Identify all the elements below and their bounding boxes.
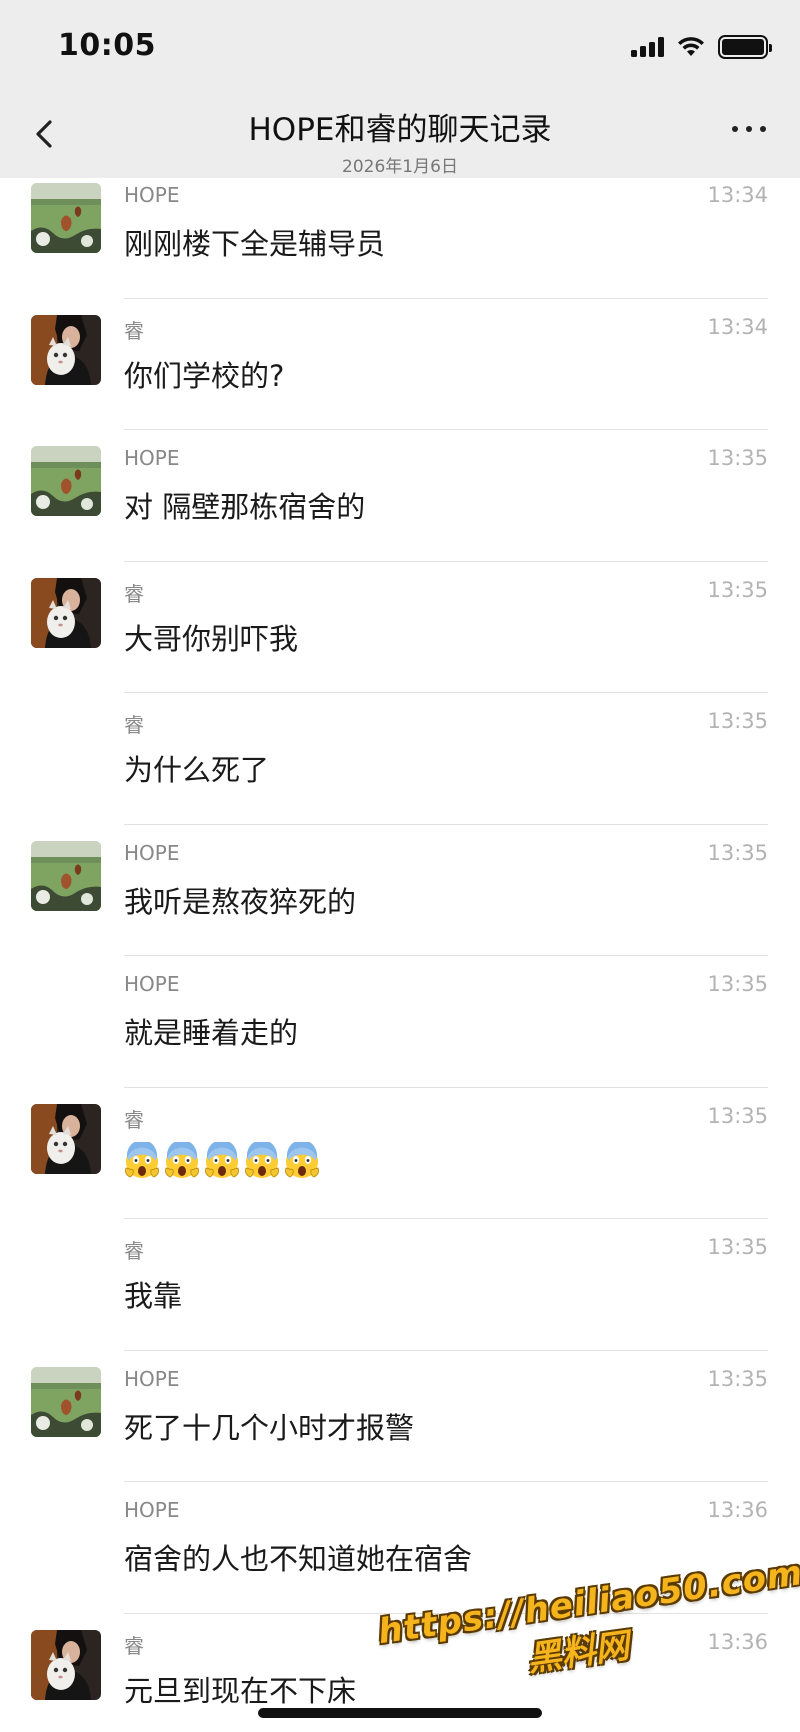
scream-emoji-icon xyxy=(124,1142,160,1180)
more-button[interactable] xyxy=(732,126,766,132)
sender-name: 睿 xyxy=(124,318,144,343)
message-time: 13:35 xyxy=(707,577,768,602)
message-text: 对 隔壁那栋宿舍的 xyxy=(124,490,366,524)
sender-name: HOPE xyxy=(124,1366,180,1391)
avatar[interactable] xyxy=(31,841,101,911)
sender-name: 睿 xyxy=(124,1633,144,1658)
message-text: 大哥你别吓我 xyxy=(124,621,299,656)
sender-name: HOPE xyxy=(124,840,180,865)
avatar[interactable] xyxy=(31,1367,101,1437)
status-icons xyxy=(631,32,772,62)
avatar[interactable] xyxy=(31,1630,101,1700)
message-row[interactable]: HOPE 13:35 对 隔壁那栋宿舍的 xyxy=(0,430,800,562)
sender-name: HOPE xyxy=(124,1498,180,1522)
avatar[interactable] xyxy=(31,578,101,648)
message-text: 死了十几个小时才报警 xyxy=(124,1410,415,1445)
message-time: 13:35 xyxy=(707,709,768,733)
message-time: 13:35 xyxy=(707,1103,768,1128)
sender-name: HOPE xyxy=(124,446,180,470)
scream-emoji-icon xyxy=(244,1142,280,1180)
message-time: 13:34 xyxy=(707,314,768,339)
message-text: 就是睡着走的 xyxy=(124,1016,299,1050)
message-list[interactable]: HOPE 13:34 刚刚楼下全是辅导员睿 13:34 你们学校的? HOPE 13:35 对… xyxy=(0,167,800,1732)
message-text: 我听是熬夜猝死的 xyxy=(124,884,357,919)
message-row[interactable]: 睿 13:34 你们学校的? xyxy=(0,299,800,430)
message-row[interactable]: 睿 13:35 xyxy=(0,1088,800,1219)
emoji-row xyxy=(124,1142,320,1180)
message-text: 刚刚楼下全是辅导员 xyxy=(124,227,386,261)
message-text: 你们学校的? xyxy=(124,358,285,393)
sender-name: HOPE xyxy=(124,183,180,207)
message-time: 13:35 xyxy=(707,840,768,865)
message-row[interactable]: 睿 13:35 我靠 xyxy=(0,1219,800,1351)
more-dots-icon xyxy=(732,126,738,132)
page-title: HOPE和睿的聊天记录 xyxy=(248,112,552,148)
message-row[interactable]: HOPE 13:35 我听是熬夜猝死的 xyxy=(0,825,800,956)
message-time: 13:35 xyxy=(707,972,768,996)
chat-date: 2026年1月6日 xyxy=(342,157,458,177)
avatar[interactable] xyxy=(31,315,101,385)
message-time: 13:34 xyxy=(707,183,768,207)
message-row[interactable]: HOPE 13:34 刚刚楼下全是辅导员 xyxy=(0,167,800,299)
title-block: HOPE和睿的聊天记录 2026年1月6日 xyxy=(0,104,800,177)
sender-name: 睿 xyxy=(124,581,144,606)
message-row[interactable]: HOPE 13:35 就是睡着走的 xyxy=(0,956,800,1088)
sender-name: HOPE xyxy=(124,972,180,996)
message-row[interactable]: 睿 13:35 为什么死了 xyxy=(0,693,800,825)
scream-emoji-icon xyxy=(284,1142,320,1180)
avatar[interactable] xyxy=(31,183,101,253)
message-time: 13:35 xyxy=(707,446,768,470)
sender-name: 睿 xyxy=(124,1239,144,1263)
message-time: 13:35 xyxy=(707,1235,768,1259)
message-time: 13:35 xyxy=(707,1366,768,1391)
message-text: 我靠 xyxy=(124,1279,183,1313)
wifi-icon xyxy=(678,37,704,56)
signal-icon xyxy=(631,37,664,57)
scream-emoji-icon xyxy=(204,1142,240,1180)
home-indicator[interactable] xyxy=(258,1708,542,1718)
message-text: 为什么死了 xyxy=(124,753,270,787)
sender-name: 睿 xyxy=(124,1107,144,1132)
message-text: 宿舍的人也不知道她在宿舍 xyxy=(124,1542,473,1576)
message-row[interactable]: 睿 13:35 大哥你别吓我 xyxy=(0,562,800,693)
avatar[interactable] xyxy=(31,446,101,516)
status-time: 10:05 xyxy=(58,28,156,63)
message-row[interactable]: HOPE 13:35 死了十几个小时才报警 xyxy=(0,1351,800,1482)
scream-emoji-icon xyxy=(164,1142,200,1180)
battery-icon xyxy=(718,35,772,59)
avatar[interactable] xyxy=(31,1104,101,1174)
sender-name: 睿 xyxy=(124,713,144,737)
message-time: 13:36 xyxy=(707,1498,768,1522)
chat-header: 10:05 HOPE和睿的聊天记录 2026年1月6日 xyxy=(0,0,800,178)
message-text: 元旦到现在不下床 xyxy=(124,1673,357,1708)
